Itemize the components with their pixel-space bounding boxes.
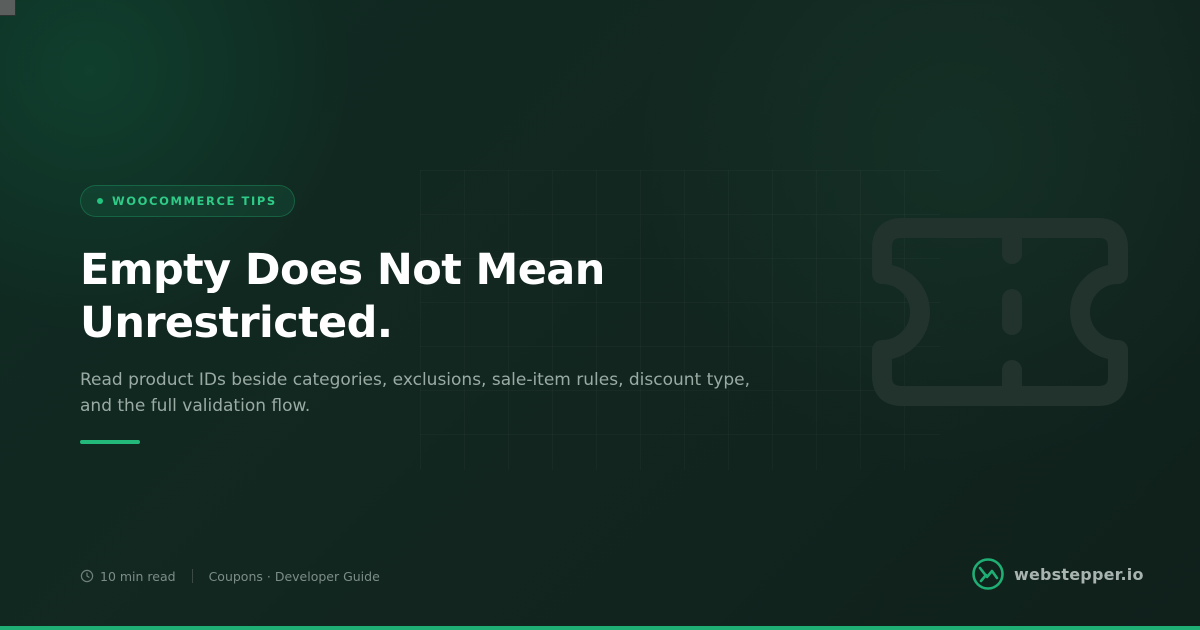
title-line-2: Unrestricted. [80,298,393,348]
webstepper-logo-icon [972,558,1004,590]
read-time: 10 min read [100,568,176,584]
badge-dot-icon [97,198,103,204]
subtitle-line-1: Read product IDs beside categories, excl… [80,370,750,390]
brand-name: webstepper.io [1014,564,1144,584]
page-title: Empty Does Not Mean Unrestricted. [80,244,780,350]
title-line-1: Empty Does Not Mean [80,245,605,295]
corner-mark [0,0,16,16]
accent-bar [80,440,140,444]
article-category: Coupons · Developer Guide [208,568,380,584]
category-badge: WOOCOMMERCE TIPS [80,185,295,217]
badge-label: WOOCOMMERCE TIPS [112,194,277,208]
bottom-accent-bar [0,626,1200,630]
meta-divider [191,569,193,583]
subtitle-line-2: and the full validation flow. [80,396,311,416]
brand: webstepper.io [971,556,1144,592]
subtitle: Read product IDs beside categories, excl… [80,367,800,419]
clock-icon [80,569,94,583]
article-meta: 10 min read Coupons · Developer Guide [80,566,380,586]
ticket-icon [872,218,1128,406]
